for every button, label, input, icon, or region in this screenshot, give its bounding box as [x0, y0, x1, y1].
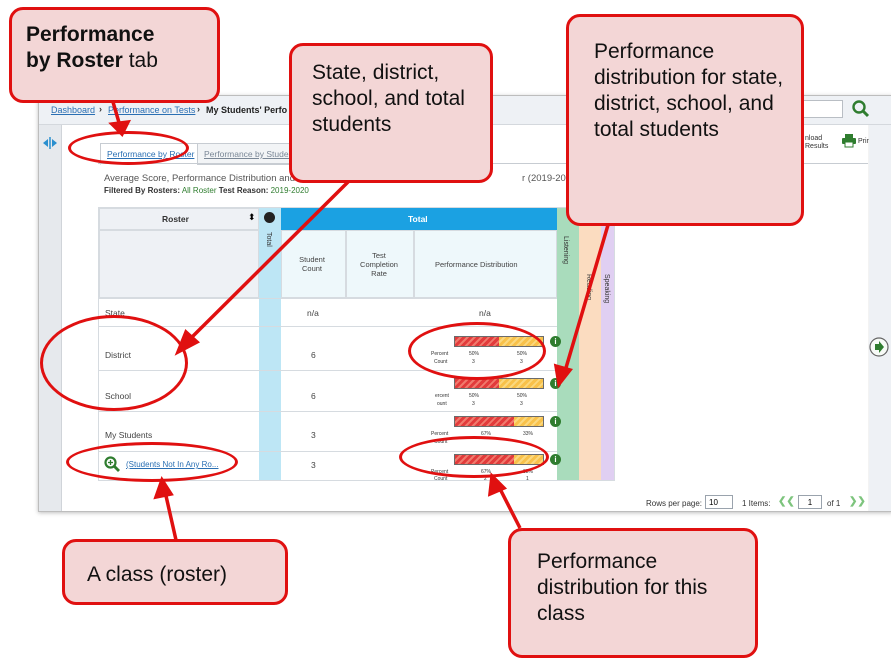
callout-state-district: State, district, school, and total stude…: [289, 43, 493, 183]
pointer-performance-all: [561, 224, 610, 379]
callout-roster-tab-rest: tab: [122, 49, 158, 72]
pointer-arrowhead: [108, 119, 132, 137]
callout-a-class: A class (roster): [62, 539, 288, 605]
callout-a-class-text: A class (roster): [87, 563, 228, 586]
pointer-arrowhead: [553, 363, 573, 389]
callout-performance-class: Performance distribution for this class: [508, 528, 758, 658]
pointer-state-district: [182, 178, 352, 347]
callout-roster-tab: Performance by Roster tab: [9, 7, 220, 103]
callout-performance-all-text: Performance distribution for state, dist…: [594, 40, 784, 141]
callout-performance-all: Performance distribution for state, dist…: [566, 14, 804, 226]
callout-roster-tab-bold1: Performance: [26, 23, 155, 46]
pointer-arrowhead: [153, 476, 174, 500]
callout-performance-class-text: Performance distribution for this class: [537, 550, 708, 625]
callout-state-district-text: State, district, school, and total stude…: [312, 61, 465, 136]
callout-roster-tab-bold2: by Roster: [26, 49, 123, 72]
